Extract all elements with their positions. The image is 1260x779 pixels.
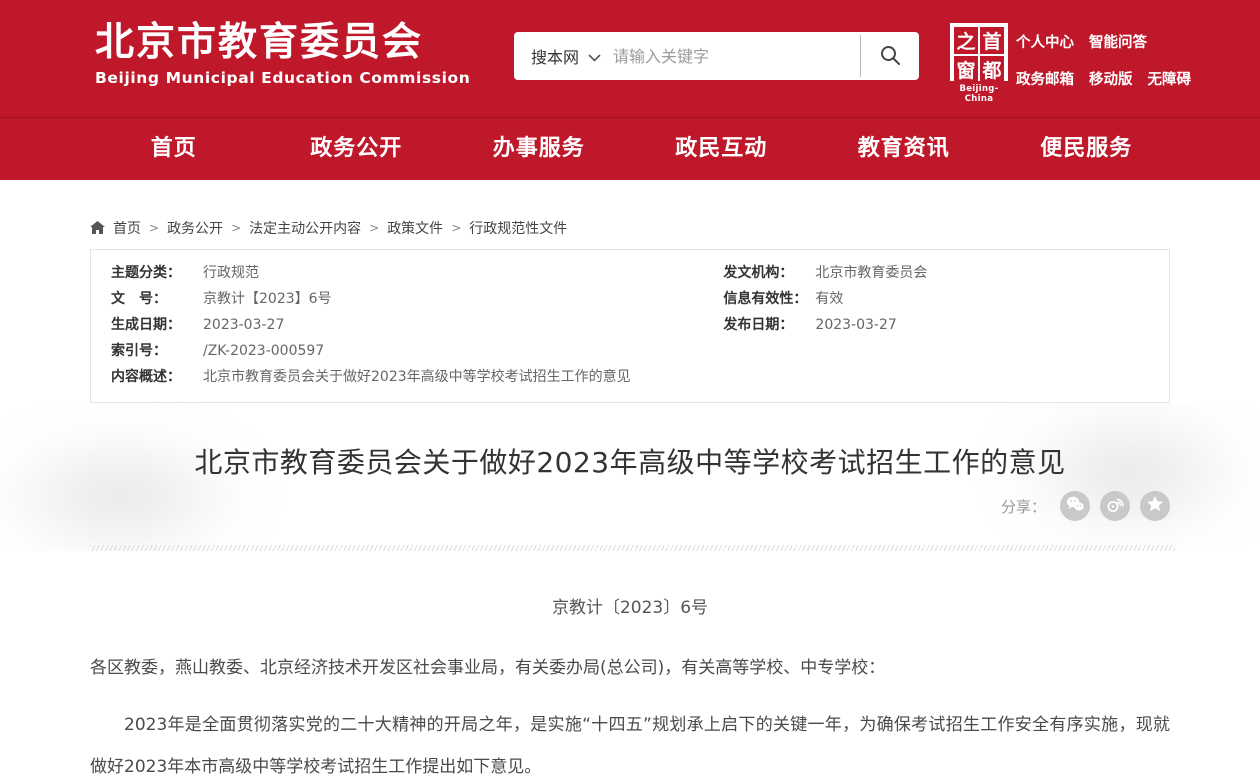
meta-label: 索引号：: [111, 338, 203, 364]
breadcrumb-current-page: 行政规范性文件: [469, 218, 567, 238]
document-number: 京教计〔2023〕6号: [90, 593, 1170, 618]
seal-char: 首: [980, 27, 1004, 54]
site-logo-title: 北京市教育委员会: [95, 20, 470, 66]
meta-row-issuing-agency: 发文机构： 北京市教育委员会: [723, 260, 1149, 286]
seal-char: 窗: [954, 56, 978, 83]
meta-value: /ZK-2023-000597: [203, 338, 324, 364]
breadcrumb-separator: >: [451, 221, 461, 235]
article-title-band: 北京市教育委员会关于做好2023年高级中等学校考试招生工作的意见 分享：: [0, 403, 1260, 551]
header-quick-links: 个人中心 智能问答 政务邮箱 移动版 无障碍: [1016, 31, 1191, 105]
qzone-share-button[interactable]: [1140, 491, 1170, 521]
search-scope-label: 搜本网: [531, 44, 579, 68]
link-smart-qa[interactable]: 智能问答: [1089, 31, 1147, 52]
meta-label: 文 号：: [111, 286, 203, 312]
breadcrumb-separator: >: [369, 221, 379, 235]
article-title: 北京市教育委员会关于做好2023年高级中等学校考试招生工作的意见: [0, 403, 1260, 481]
meta-row-publish-date: 发布日期： 2023-03-27: [723, 312, 1149, 338]
site-logo-subtitle: Beijing Municipal Education Commission: [95, 69, 470, 87]
chevron-down-icon: [588, 47, 601, 66]
weibo-share-button[interactable]: [1100, 491, 1130, 521]
breadcrumb-statutory-disclosure[interactable]: 法定主动公开内容: [249, 218, 361, 238]
link-accessibility[interactable]: 无障碍: [1148, 68, 1192, 89]
link-gov-mailbox[interactable]: 政务邮箱: [1016, 68, 1074, 89]
qzone-icon: [1146, 495, 1164, 517]
wechat-share-button[interactable]: [1060, 491, 1090, 521]
search-icon: [878, 43, 902, 70]
meta-row-created-date: 生成日期： 2023-03-27: [111, 312, 723, 338]
breadcrumb-home[interactable]: 首页: [113, 218, 141, 238]
search-scope-select[interactable]: 搜本网: [514, 44, 613, 68]
meta-row-doc-number: 文 号： 京教计【2023】6号: [111, 286, 723, 312]
meta-label: 发文机构：: [723, 260, 815, 286]
meta-value: 2023-03-27: [815, 312, 896, 338]
article-body: 京教计〔2023〕6号 各区教委，燕山教委、北京经济技术开发区社会事业局，有关委…: [90, 593, 1170, 779]
meta-label: 主题分类：: [111, 260, 203, 286]
capital-window-caption: Beijing-China: [948, 84, 1010, 104]
seal-char: 之: [954, 27, 978, 54]
site-logo[interactable]: 北京市教育委员会 Beijing Municipal Education Com…: [95, 20, 470, 87]
meta-value: 京教计【2023】6号: [203, 286, 332, 312]
search-box: 搜本网: [514, 32, 919, 80]
share-row: 分享：: [1001, 491, 1170, 521]
meta-label: 生成日期：: [111, 312, 203, 338]
meta-value: 2023-03-27: [203, 312, 284, 338]
nav-item-home[interactable]: 首页: [83, 118, 266, 180]
nav-item-edu-news[interactable]: 教育资讯: [813, 118, 996, 180]
link-mobile-version[interactable]: 移动版: [1089, 68, 1133, 89]
nav-item-gov-affairs[interactable]: 政务公开: [265, 118, 448, 180]
main-nav: 首页 政务公开 办事服务 政民互动 教育资讯 便民服务: [0, 117, 1260, 180]
nav-item-convenience[interactable]: 便民服务: [995, 118, 1178, 180]
meta-row-topic-category: 主题分类： 行政规范: [111, 260, 723, 286]
meta-value: 北京市教育委员会关于做好2023年高级中等学校考试招生工作的意见: [203, 364, 631, 390]
nav-item-interaction[interactable]: 政民互动: [630, 118, 813, 180]
home-icon: [90, 221, 105, 235]
meta-label: 信息有效性：: [723, 286, 815, 312]
meta-label: 内容概述：: [111, 364, 203, 390]
meta-row-summary: 内容概述： 北京市教育委员会关于做好2023年高级中等学校考试招生工作的意见: [111, 364, 723, 390]
meta-row-validity: 信息有效性： 有效: [723, 286, 1149, 312]
article-salutation: 各区教委，燕山教委、北京经济技术开发区社会事业局，有关委办局(总公司)，有关高等…: [90, 654, 1170, 682]
seal-char: 都: [980, 56, 1004, 83]
meta-value: 行政规范: [203, 260, 259, 286]
meta-label: 发布日期：: [723, 312, 815, 338]
section-divider: [0, 545, 1260, 551]
link-personal-center[interactable]: 个人中心: [1016, 31, 1074, 52]
wechat-icon: [1065, 495, 1085, 517]
site-header: 北京市教育委员会 Beijing Municipal Education Com…: [0, 0, 1260, 117]
capital-window-logo[interactable]: 之 首 窗 都 Beijing-China: [948, 23, 1010, 104]
breadcrumb-gov-affairs[interactable]: 政务公开: [167, 218, 223, 238]
search-button[interactable]: [861, 32, 919, 80]
search-input[interactable]: [613, 47, 860, 66]
share-label: 分享：: [1001, 496, 1046, 517]
nav-item-services[interactable]: 办事服务: [448, 118, 631, 180]
breadcrumb: 首页 > 政务公开 > 法定主动公开内容 > 政策文件 > 行政规范性文件: [90, 180, 1170, 238]
meta-value: 北京市教育委员会: [815, 260, 927, 286]
meta-row-index-number: 索引号： /ZK-2023-000597: [111, 338, 723, 364]
weibo-icon: [1105, 495, 1125, 517]
breadcrumb-separator: >: [149, 221, 159, 235]
capital-window-seal-icon: 之 首 窗 都: [950, 23, 1008, 81]
article-paragraph: 2023年是全面贯彻落实党的二十大精神的开局之年，是实施“十四五”规划承上启下的…: [90, 704, 1170, 779]
breadcrumb-policy-documents[interactable]: 政策文件: [387, 218, 443, 238]
document-metadata-card: 主题分类： 行政规范 文 号： 京教计【2023】6号 生成日期： 2023-0…: [90, 249, 1170, 403]
meta-value: 有效: [815, 286, 843, 312]
breadcrumb-separator: >: [231, 221, 241, 235]
